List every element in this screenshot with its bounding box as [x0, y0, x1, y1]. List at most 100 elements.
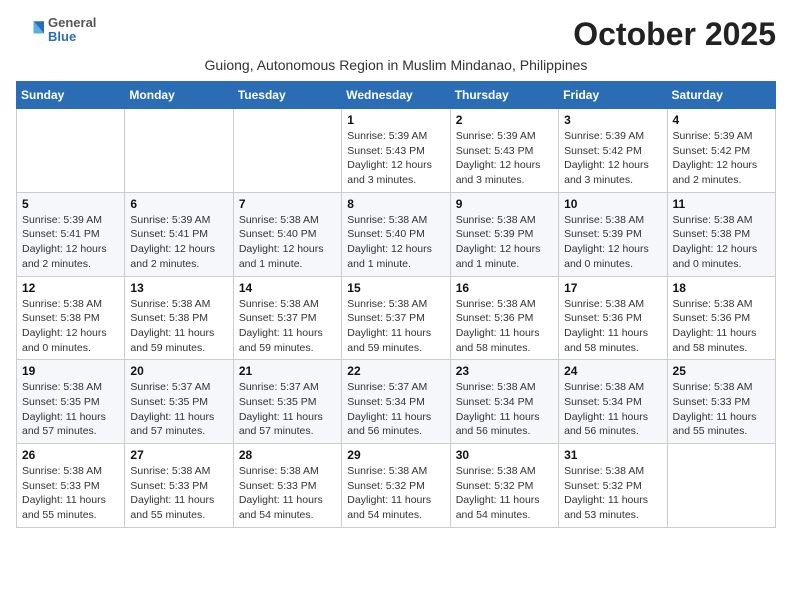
calendar-cell: 18Sunrise: 5:38 AM Sunset: 5:36 PM Dayli… [667, 276, 775, 360]
day-number: 25 [673, 364, 770, 378]
day-info: Sunrise: 5:38 AM Sunset: 5:37 PM Dayligh… [347, 297, 444, 356]
calendar-cell: 23 Sunrise: 5:38 AM Sunset: 5:34 PM Dayli… [450, 360, 558, 444]
day-number: 31 [564, 448, 661, 462]
day-number: 15 [347, 281, 444, 295]
day-number: 16 [456, 281, 553, 295]
calendar-cell: 21 Sunrise: 5:37 AM Sunset: 5:35 PM Dayli… [233, 360, 341, 444]
day-info: Sunrise: 5:38 AM Sunset: 5:39 PM Dayligh… [564, 213, 661, 272]
day-number: 22 [347, 364, 444, 378]
day-number: 3 [564, 113, 661, 127]
calendar-week-3: 12 Sunrise: 5:38 AM Sunset: 5:38 PM Dayli… [17, 276, 776, 360]
day-info: Sunrise: 5:38 AM Sunset: 5:40 PM Dayligh… [347, 213, 444, 272]
calendar-cell: 22 Sunrise: 5:37 AM Sunset: 5:34 PM Dayli… [342, 360, 450, 444]
day-info: Sunrise: 5:38 AM Sunset: 5:40 PM Dayligh… [239, 213, 336, 272]
calendar-cell: 31 Sunrise: 5:38 AM Sunset: 5:32 PM Dayli… [559, 444, 667, 528]
day-number: 13 [130, 281, 227, 295]
calendar-body: 1Sunrise: 5:39 AM Sunset: 5:43 PM Daylig… [17, 109, 776, 528]
header-cell-friday: Friday [559, 82, 667, 109]
calendar-cell: 7 Sunrise: 5:38 AM Sunset: 5:40 PM Daylig… [233, 192, 341, 276]
day-number: 6 [130, 197, 227, 211]
day-info: Sunrise: 5:38 AM Sunset: 5:38 PM Dayligh… [130, 297, 227, 356]
calendar-cell: 5 Sunrise: 5:39 AM Sunset: 5:41 PM Daylig… [17, 192, 125, 276]
calendar-cell: 25 Sunrise: 5:38 AM Sunset: 5:33 PM Dayli… [667, 360, 775, 444]
day-number: 20 [130, 364, 227, 378]
header-cell-sunday: Sunday [17, 82, 125, 109]
calendar-cell: 28Sunrise: 5:38 AM Sunset: 5:33 PM Dayli… [233, 444, 341, 528]
day-info: Sunrise: 5:38 AM Sunset: 5:36 PM Dayligh… [673, 297, 770, 356]
header-cell-saturday: Saturday [667, 82, 775, 109]
day-info: Sunrise: 5:38 AM Sunset: 5:36 PM Dayligh… [564, 297, 661, 356]
day-number: 28 [239, 448, 336, 462]
calendar-cell: 16 Sunrise: 5:38 AM Sunset: 5:36 PM Dayli… [450, 276, 558, 360]
day-number: 23 [456, 364, 553, 378]
day-info: Sunrise: 5:37 AM Sunset: 5:34 PM Dayligh… [347, 380, 444, 439]
day-number: 10 [564, 197, 661, 211]
calendar-subtitle: Guiong, Autonomous Region in Muslim Mind… [16, 57, 776, 73]
calendar-cell: 12 Sunrise: 5:38 AM Sunset: 5:38 PM Dayli… [17, 276, 125, 360]
day-info: Sunrise: 5:39 AM Sunset: 5:43 PM Dayligh… [347, 129, 444, 188]
header-cell-wednesday: Wednesday [342, 82, 450, 109]
day-number: 5 [22, 197, 119, 211]
calendar-cell: 19Sunrise: 5:38 AM Sunset: 5:35 PM Dayli… [17, 360, 125, 444]
day-info: Sunrise: 5:38 AM Sunset: 5:32 PM Dayligh… [347, 464, 444, 523]
calendar-cell: 26Sunrise: 5:38 AM Sunset: 5:33 PM Dayli… [17, 444, 125, 528]
calendar-cell: 15 Sunrise: 5:38 AM Sunset: 5:37 PM Dayli… [342, 276, 450, 360]
day-number: 27 [130, 448, 227, 462]
header-cell-thursday: Thursday [450, 82, 558, 109]
calendar-cell: 9Sunrise: 5:38 AM Sunset: 5:39 PM Daylig… [450, 192, 558, 276]
day-info: Sunrise: 5:38 AM Sunset: 5:38 PM Dayligh… [22, 297, 119, 356]
calendar-header: SundayMondayTuesdayWednesdayThursdayFrid… [17, 82, 776, 109]
calendar-cell: 27Sunrise: 5:38 AM Sunset: 5:33 PM Dayli… [125, 444, 233, 528]
calendar-cell: 29 Sunrise: 5:38 AM Sunset: 5:32 PM Dayli… [342, 444, 450, 528]
calendar-cell: 6Sunrise: 5:39 AM Sunset: 5:41 PM Daylig… [125, 192, 233, 276]
calendar-cell: 1Sunrise: 5:39 AM Sunset: 5:43 PM Daylig… [342, 109, 450, 193]
calendar-week-5: 26Sunrise: 5:38 AM Sunset: 5:33 PM Dayli… [17, 444, 776, 528]
calendar-cell: 10 Sunrise: 5:38 AM Sunset: 5:39 PM Dayli… [559, 192, 667, 276]
day-info: Sunrise: 5:38 AM Sunset: 5:33 PM Dayligh… [673, 380, 770, 439]
day-number: 4 [673, 113, 770, 127]
day-number: 7 [239, 197, 336, 211]
day-number: 29 [347, 448, 444, 462]
calendar-cell: 8 Sunrise: 5:38 AM Sunset: 5:40 PM Daylig… [342, 192, 450, 276]
calendar-week-1: 1Sunrise: 5:39 AM Sunset: 5:43 PM Daylig… [17, 109, 776, 193]
month-title: October 2025 [573, 16, 776, 53]
header-cell-tuesday: Tuesday [233, 82, 341, 109]
day-info: Sunrise: 5:39 AM Sunset: 5:42 PM Dayligh… [564, 129, 661, 188]
calendar-cell: 4 Sunrise: 5:39 AM Sunset: 5:42 PM Daylig… [667, 109, 775, 193]
logo-general-text: General [48, 16, 96, 30]
calendar-cell [125, 109, 233, 193]
calendar-cell: 24Sunrise: 5:38 AM Sunset: 5:34 PM Dayli… [559, 360, 667, 444]
calendar-cell: 11Sunrise: 5:38 AM Sunset: 5:38 PM Dayli… [667, 192, 775, 276]
logo-icon [16, 16, 44, 44]
day-number: 11 [673, 197, 770, 211]
calendar-cell [17, 109, 125, 193]
day-number: 8 [347, 197, 444, 211]
page-header: General Blue October 2025 [16, 16, 776, 53]
calendar-cell: 17 Sunrise: 5:38 AM Sunset: 5:36 PM Dayli… [559, 276, 667, 360]
day-info: Sunrise: 5:37 AM Sunset: 5:35 PM Dayligh… [239, 380, 336, 439]
calendar-week-2: 5 Sunrise: 5:39 AM Sunset: 5:41 PM Daylig… [17, 192, 776, 276]
day-number: 21 [239, 364, 336, 378]
day-number: 17 [564, 281, 661, 295]
day-info: Sunrise: 5:37 AM Sunset: 5:35 PM Dayligh… [130, 380, 227, 439]
day-info: Sunrise: 5:38 AM Sunset: 5:34 PM Dayligh… [456, 380, 553, 439]
logo-text: General Blue [48, 16, 96, 45]
day-info: Sunrise: 5:38 AM Sunset: 5:36 PM Dayligh… [456, 297, 553, 356]
day-info: Sunrise: 5:38 AM Sunset: 5:35 PM Dayligh… [22, 380, 119, 439]
day-number: 12 [22, 281, 119, 295]
calendar-cell: 13 Sunrise: 5:38 AM Sunset: 5:38 PM Dayli… [125, 276, 233, 360]
header-cell-monday: Monday [125, 82, 233, 109]
day-info: Sunrise: 5:39 AM Sunset: 5:41 PM Dayligh… [22, 213, 119, 272]
day-info: Sunrise: 5:38 AM Sunset: 5:33 PM Dayligh… [22, 464, 119, 523]
calendar-cell: 20 Sunrise: 5:37 AM Sunset: 5:35 PM Dayli… [125, 360, 233, 444]
day-info: Sunrise: 5:38 AM Sunset: 5:37 PM Dayligh… [239, 297, 336, 356]
day-info: Sunrise: 5:38 AM Sunset: 5:34 PM Dayligh… [564, 380, 661, 439]
calendar-cell [233, 109, 341, 193]
calendar-cell: 3 Sunrise: 5:39 AM Sunset: 5:42 PM Daylig… [559, 109, 667, 193]
calendar-cell [667, 444, 775, 528]
day-info: Sunrise: 5:38 AM Sunset: 5:32 PM Dayligh… [564, 464, 661, 523]
day-number: 30 [456, 448, 553, 462]
calendar-table: SundayMondayTuesdayWednesdayThursdayFrid… [16, 81, 776, 528]
day-info: Sunrise: 5:39 AM Sunset: 5:42 PM Dayligh… [673, 129, 770, 188]
day-info: Sunrise: 5:38 AM Sunset: 5:39 PM Dayligh… [456, 213, 553, 272]
